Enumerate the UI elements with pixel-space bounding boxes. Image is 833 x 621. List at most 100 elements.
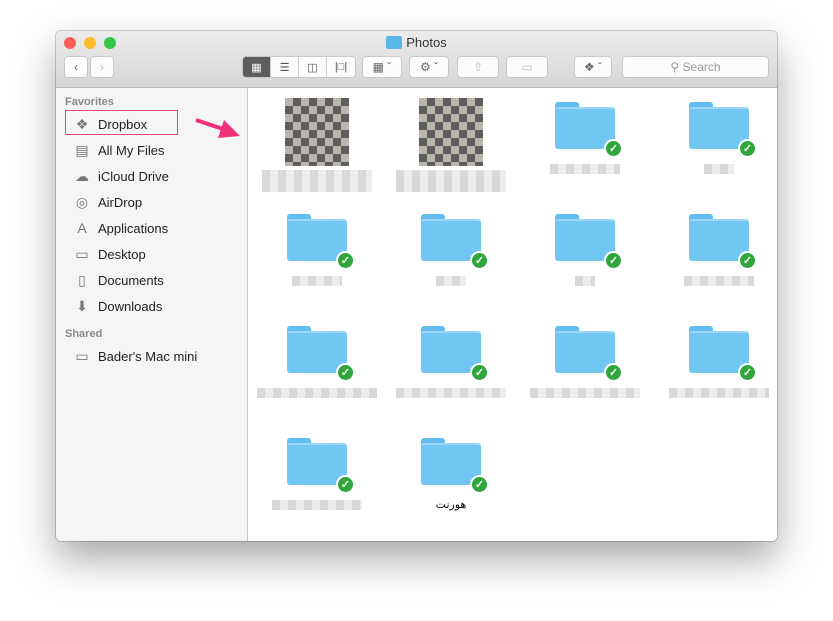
sync-check-icon: ✓ bbox=[336, 363, 355, 382]
folder-icon: ✓ bbox=[689, 214, 757, 270]
tags-button[interactable]: ▭ bbox=[506, 56, 548, 78]
file-name-redacted bbox=[530, 388, 640, 398]
sidebar-item-label: All My Files bbox=[98, 142, 165, 158]
sync-check-icon: ✓ bbox=[604, 251, 623, 270]
sidebar-item-downloads[interactable]: ⬇ Downloads bbox=[56, 293, 247, 319]
sync-check-icon: ✓ bbox=[336, 475, 355, 494]
folder-item[interactable]: ✓ bbox=[250, 424, 384, 510]
title-bar: Photos ‹ › ▦ ☰ ◫ |□| ▦ ˇ ⚙ ˇ ⇧ ▭ ❖ ˇ ⚲ S… bbox=[56, 31, 777, 88]
favorites-header: Favorites bbox=[65, 96, 114, 108]
folder-icon: ✓ bbox=[689, 326, 757, 382]
search-icon: ⚲ bbox=[670, 60, 683, 74]
image-file-item[interactable] bbox=[250, 88, 384, 192]
image-file-item[interactable] bbox=[384, 88, 518, 192]
file-name-redacted bbox=[669, 388, 769, 398]
folder-icon: ✓ bbox=[421, 214, 489, 270]
sidebar-item-airdrop[interactable]: ◎ AirDrop bbox=[56, 189, 247, 215]
dropbox-highlight-box bbox=[65, 110, 178, 135]
sync-check-icon: ✓ bbox=[470, 363, 489, 382]
file-name-redacted bbox=[684, 276, 754, 286]
folder-icon: ✓ bbox=[287, 438, 355, 494]
applications-icon: A bbox=[77, 220, 87, 236]
desktop-icon: ▭ bbox=[75, 245, 89, 262]
file-name-redacted bbox=[292, 276, 342, 286]
folder-item[interactable]: ✓ bbox=[518, 88, 652, 174]
folder-item[interactable]: ✓ bbox=[250, 200, 384, 286]
folder-item[interactable]: ✓ bbox=[518, 200, 652, 286]
share-button[interactable]: ⇧ bbox=[457, 56, 499, 78]
sidebar-item-desktop[interactable]: ▭ Desktop bbox=[56, 241, 247, 267]
title-text: Photos bbox=[406, 35, 447, 50]
sync-check-icon: ✓ bbox=[470, 251, 489, 270]
folder-item[interactable]: ✓ bbox=[384, 312, 518, 398]
search-field[interactable]: ⚲ Search bbox=[622, 56, 769, 78]
back-button[interactable]: ‹ bbox=[64, 56, 88, 78]
computer-icon: ▭ bbox=[75, 347, 89, 364]
folder-icon: ✓ bbox=[555, 102, 623, 158]
column-view-button[interactable]: ◫ bbox=[299, 57, 327, 77]
folder-icon: ✓ bbox=[421, 326, 489, 382]
folder-icon: ✓ bbox=[287, 214, 355, 270]
coverflow-view-button[interactable]: |□| bbox=[327, 57, 355, 77]
view-mode-selector: ▦ ☰ ◫ |□| bbox=[242, 56, 356, 78]
file-grid: ✓ ✓ ✓ ✓ ✓ ✓ ✓ ✓ ✓ ✓ ✓ ✓ هورنت bbox=[249, 88, 777, 541]
sidebar: Favorites ❖ Dropbox ▤ All My Files ☁ iCloud D… bbox=[56, 88, 248, 541]
folder-item[interactable]: ✓ هورنت bbox=[384, 424, 518, 511]
sync-check-icon: ✓ bbox=[738, 363, 757, 382]
shared-header: Shared bbox=[65, 328, 103, 340]
icon-view-button[interactable]: ▦ bbox=[243, 57, 271, 77]
sync-check-icon: ✓ bbox=[738, 251, 757, 270]
folder-icon bbox=[386, 36, 403, 49]
sidebar-item-bader-s-mac-mini[interactable]: ▭ Bader's Mac mini bbox=[56, 343, 247, 369]
sidebar-item-label: Bader's Mac mini bbox=[98, 348, 198, 364]
file-name-redacted bbox=[396, 170, 506, 192]
file-name-redacted bbox=[262, 170, 372, 192]
folder-item[interactable]: ✓ bbox=[652, 88, 777, 174]
sidebar-item-label: Documents bbox=[98, 272, 164, 288]
annotation-arrow-icon bbox=[195, 118, 240, 138]
cloud-icon: ☁ bbox=[75, 167, 89, 184]
folder-name: هورنت bbox=[435, 498, 467, 511]
documents-icon: ▯ bbox=[78, 271, 86, 288]
finder-window: Photos ‹ › ▦ ☰ ◫ |□| ▦ ˇ ⚙ ˇ ⇧ ▭ ❖ ˇ ⚲ S… bbox=[56, 31, 777, 541]
sidebar-item-icloud-drive[interactable]: ☁ iCloud Drive bbox=[56, 163, 247, 189]
folder-item[interactable]: ✓ bbox=[652, 200, 777, 286]
all-files-icon: ▤ bbox=[75, 141, 89, 158]
sync-check-icon: ✓ bbox=[336, 251, 355, 270]
sidebar-item-label: iCloud Drive bbox=[98, 168, 169, 184]
airdrop-icon: ◎ bbox=[75, 193, 89, 210]
file-name-redacted bbox=[550, 164, 620, 174]
folder-icon: ✓ bbox=[555, 326, 623, 382]
file-name-redacted bbox=[436, 276, 466, 286]
sidebar-item-applications[interactable]: A Applications bbox=[56, 215, 247, 241]
folder-icon: ✓ bbox=[287, 326, 355, 382]
arrange-button[interactable]: ▦ ˇ bbox=[362, 56, 402, 78]
folder-item[interactable]: ✓ bbox=[518, 312, 652, 398]
file-name-redacted bbox=[575, 276, 595, 286]
action-gear-button[interactable]: ⚙ ˇ bbox=[409, 56, 449, 78]
sidebar-item-documents[interactable]: ▯ Documents bbox=[56, 267, 247, 293]
forward-button[interactable]: › bbox=[90, 56, 114, 78]
sync-check-icon: ✓ bbox=[604, 139, 623, 158]
sidebar-item-label: Applications bbox=[98, 220, 169, 236]
image-thumbnail bbox=[285, 98, 349, 166]
folder-item[interactable]: ✓ bbox=[250, 312, 384, 398]
sync-check-icon: ✓ bbox=[604, 363, 623, 382]
downloads-icon: ⬇ bbox=[76, 297, 88, 314]
dropbox-menu-button[interactable]: ❖ ˇ bbox=[574, 56, 612, 78]
sync-check-icon: ✓ bbox=[738, 139, 757, 158]
sidebar-item-label: AirDrop bbox=[98, 194, 143, 210]
folder-icon: ✓ bbox=[689, 102, 757, 158]
folder-item[interactable]: ✓ bbox=[652, 312, 777, 398]
file-name-redacted bbox=[257, 388, 377, 398]
file-name-redacted bbox=[396, 388, 506, 398]
image-thumbnail bbox=[419, 98, 483, 166]
window-title: Photos bbox=[56, 35, 777, 50]
folder-icon: ✓ bbox=[421, 438, 489, 494]
sidebar-item-label: Desktop bbox=[98, 246, 146, 262]
search-placeholder: Search bbox=[682, 60, 721, 74]
file-name-redacted bbox=[272, 500, 362, 510]
folder-item[interactable]: ✓ bbox=[384, 200, 518, 286]
list-view-button[interactable]: ☰ bbox=[271, 57, 299, 77]
file-name-redacted bbox=[704, 164, 734, 174]
